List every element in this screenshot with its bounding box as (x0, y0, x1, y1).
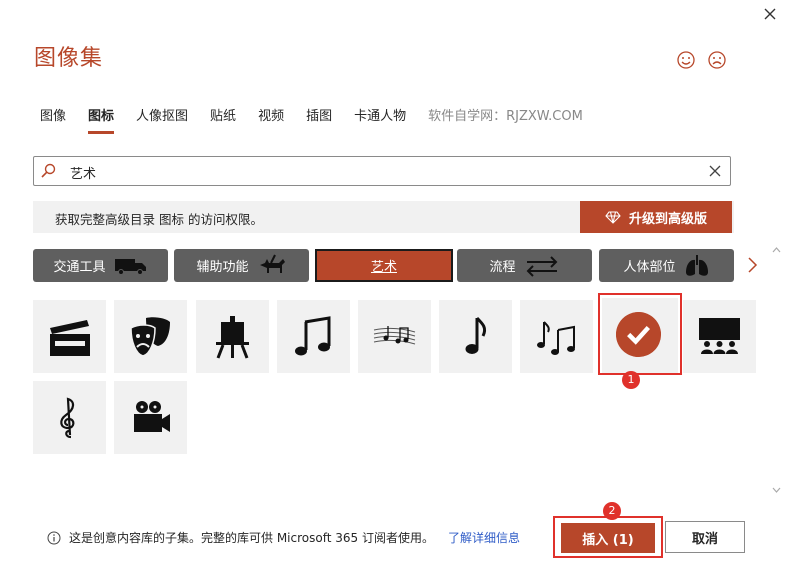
selection-highlight (598, 293, 682, 375)
lungs-icon (685, 254, 708, 276)
chevron-right-icon[interactable] (745, 256, 759, 274)
icon-tile[interactable] (439, 300, 512, 373)
search-icon (41, 163, 56, 178)
category-transport[interactable]: 交通工具 (33, 249, 168, 282)
icon-tile[interactable] (196, 300, 269, 373)
category-accessibility[interactable]: 辅助功能 (174, 249, 309, 282)
scroll-down-icon (772, 487, 781, 493)
category-label: 交通工具 (53, 260, 106, 275)
premium-banner-text: 获取完整高级目录 图标 的访问权限。 (55, 212, 263, 227)
tab-cutout-people[interactable]: 人像抠图 (136, 108, 200, 130)
audience-icon (699, 318, 740, 354)
tab-cartoon-people[interactable]: 卡通人物 (354, 108, 418, 130)
tab-videos[interactable]: 视频 (258, 108, 296, 130)
swap-arrows-icon (526, 255, 557, 277)
category-label: 艺术 (370, 260, 397, 275)
category-art[interactable]: 艺术 (315, 249, 453, 282)
guide-dog-icon (259, 254, 285, 273)
category-label: 辅助功能 (196, 260, 249, 275)
treble-clef-icon (60, 397, 75, 439)
tab-icons[interactable]: 图标 (88, 108, 126, 134)
theater-masks-icon (130, 317, 170, 357)
watermark-text: 软件自学网：RJZXW.COM (428, 109, 583, 124)
footer-info-text: 这是创意内容库的子集。完整的库可供 Microsoft 365 订阅者使用。 (69, 531, 434, 545)
icon-tile[interactable] (33, 381, 106, 454)
tab-illustrations[interactable]: 插图 (306, 108, 344, 130)
insert-button[interactable]: 插入 (1) (561, 523, 655, 553)
frown-feedback-icon[interactable] (707, 50, 727, 70)
tab-stickers[interactable]: 贴纸 (210, 108, 248, 130)
easel-icon (216, 316, 249, 359)
scroll-up-icon (772, 247, 781, 253)
category-body-parts[interactable]: 人体部位 (599, 249, 734, 282)
music-notes-icon (295, 316, 331, 356)
search-box[interactable]: 艺术 (33, 156, 731, 186)
category-label: 人体部位 (623, 260, 676, 275)
music-notes-2-icon (537, 321, 575, 355)
tab-images[interactable]: 图像 (40, 108, 78, 130)
truck-icon (114, 258, 146, 275)
icon-tile[interactable] (520, 300, 593, 373)
search-input[interactable]: 艺术 (70, 163, 96, 182)
icon-tile[interactable] (683, 300, 756, 373)
step-badge-1: 1 (622, 371, 640, 389)
sheet-music-icon (373, 326, 416, 345)
icon-tile[interactable] (114, 300, 187, 373)
premium-banner: 获取完整高级目录 图标 的访问权限。 升级到高级版 (33, 201, 734, 233)
icon-tile[interactable] (358, 300, 431, 373)
icon-tile[interactable] (277, 300, 350, 373)
step-badge-2: 2 (603, 502, 621, 520)
cancel-button[interactable]: 取消 (665, 521, 745, 553)
learn-more-link[interactable]: 了解详细信息 (448, 529, 520, 546)
icon-tile[interactable] (33, 300, 106, 373)
insert-highlight: 插入 (1) (553, 516, 663, 558)
eighth-note-icon (465, 316, 487, 354)
footer-info: 这是创意内容库的子集。完整的库可供 Microsoft 365 订阅者使用。 了… (47, 529, 520, 546)
info-icon (47, 531, 61, 544)
clapperboard-icon (50, 320, 90, 356)
scrollbar[interactable] (768, 246, 785, 506)
upgrade-label: 升级到高级版 (628, 211, 707, 227)
diamond-icon (605, 211, 621, 224)
clear-search-icon[interactable] (708, 164, 722, 178)
movie-camera-icon (134, 401, 170, 432)
smiley-feedback-icon[interactable] (676, 50, 696, 70)
dialog-title: 图像集 (34, 46, 104, 71)
category-process[interactable]: 流程 (457, 249, 592, 282)
icon-tile[interactable] (114, 381, 187, 454)
category-label: 流程 (489, 260, 516, 275)
close-icon[interactable] (760, 4, 780, 24)
tab-bar: 图像 图标 人像抠图 贴纸 视频 插图 卡通人物 软件自学网：RJZXW.COM (40, 108, 605, 134)
upgrade-button[interactable]: 升级到高级版 (580, 201, 732, 233)
